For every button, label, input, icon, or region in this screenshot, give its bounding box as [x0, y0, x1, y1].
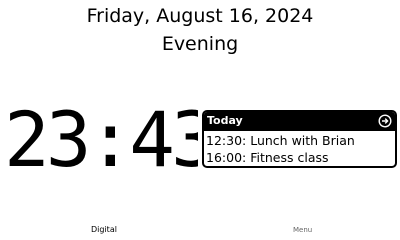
agenda-list: 12:30: Lunch with Brian 16:00: Fitness c… — [204, 131, 395, 166]
time-of-day-label: Evening — [161, 33, 239, 55]
agenda-item[interactable]: 16:00: Fitness class — [206, 149, 395, 166]
clock-time: 23:43 — [4, 98, 198, 182]
date-label: Friday, August 16, 2024 — [86, 5, 314, 27]
agenda-panel[interactable]: Today 12:30: Lunch with Brian 16:00: Fit… — [202, 110, 397, 168]
agenda-title: Today — [207, 114, 243, 127]
tab-digital[interactable]: Digital — [91, 224, 117, 236]
tab-menu[interactable]: Menu — [293, 224, 312, 236]
circle-arrow-right-icon[interactable] — [378, 114, 392, 128]
agenda-item[interactable]: 12:30: Lunch with Brian — [206, 132, 395, 149]
agenda-header[interactable]: Today — [204, 112, 395, 131]
